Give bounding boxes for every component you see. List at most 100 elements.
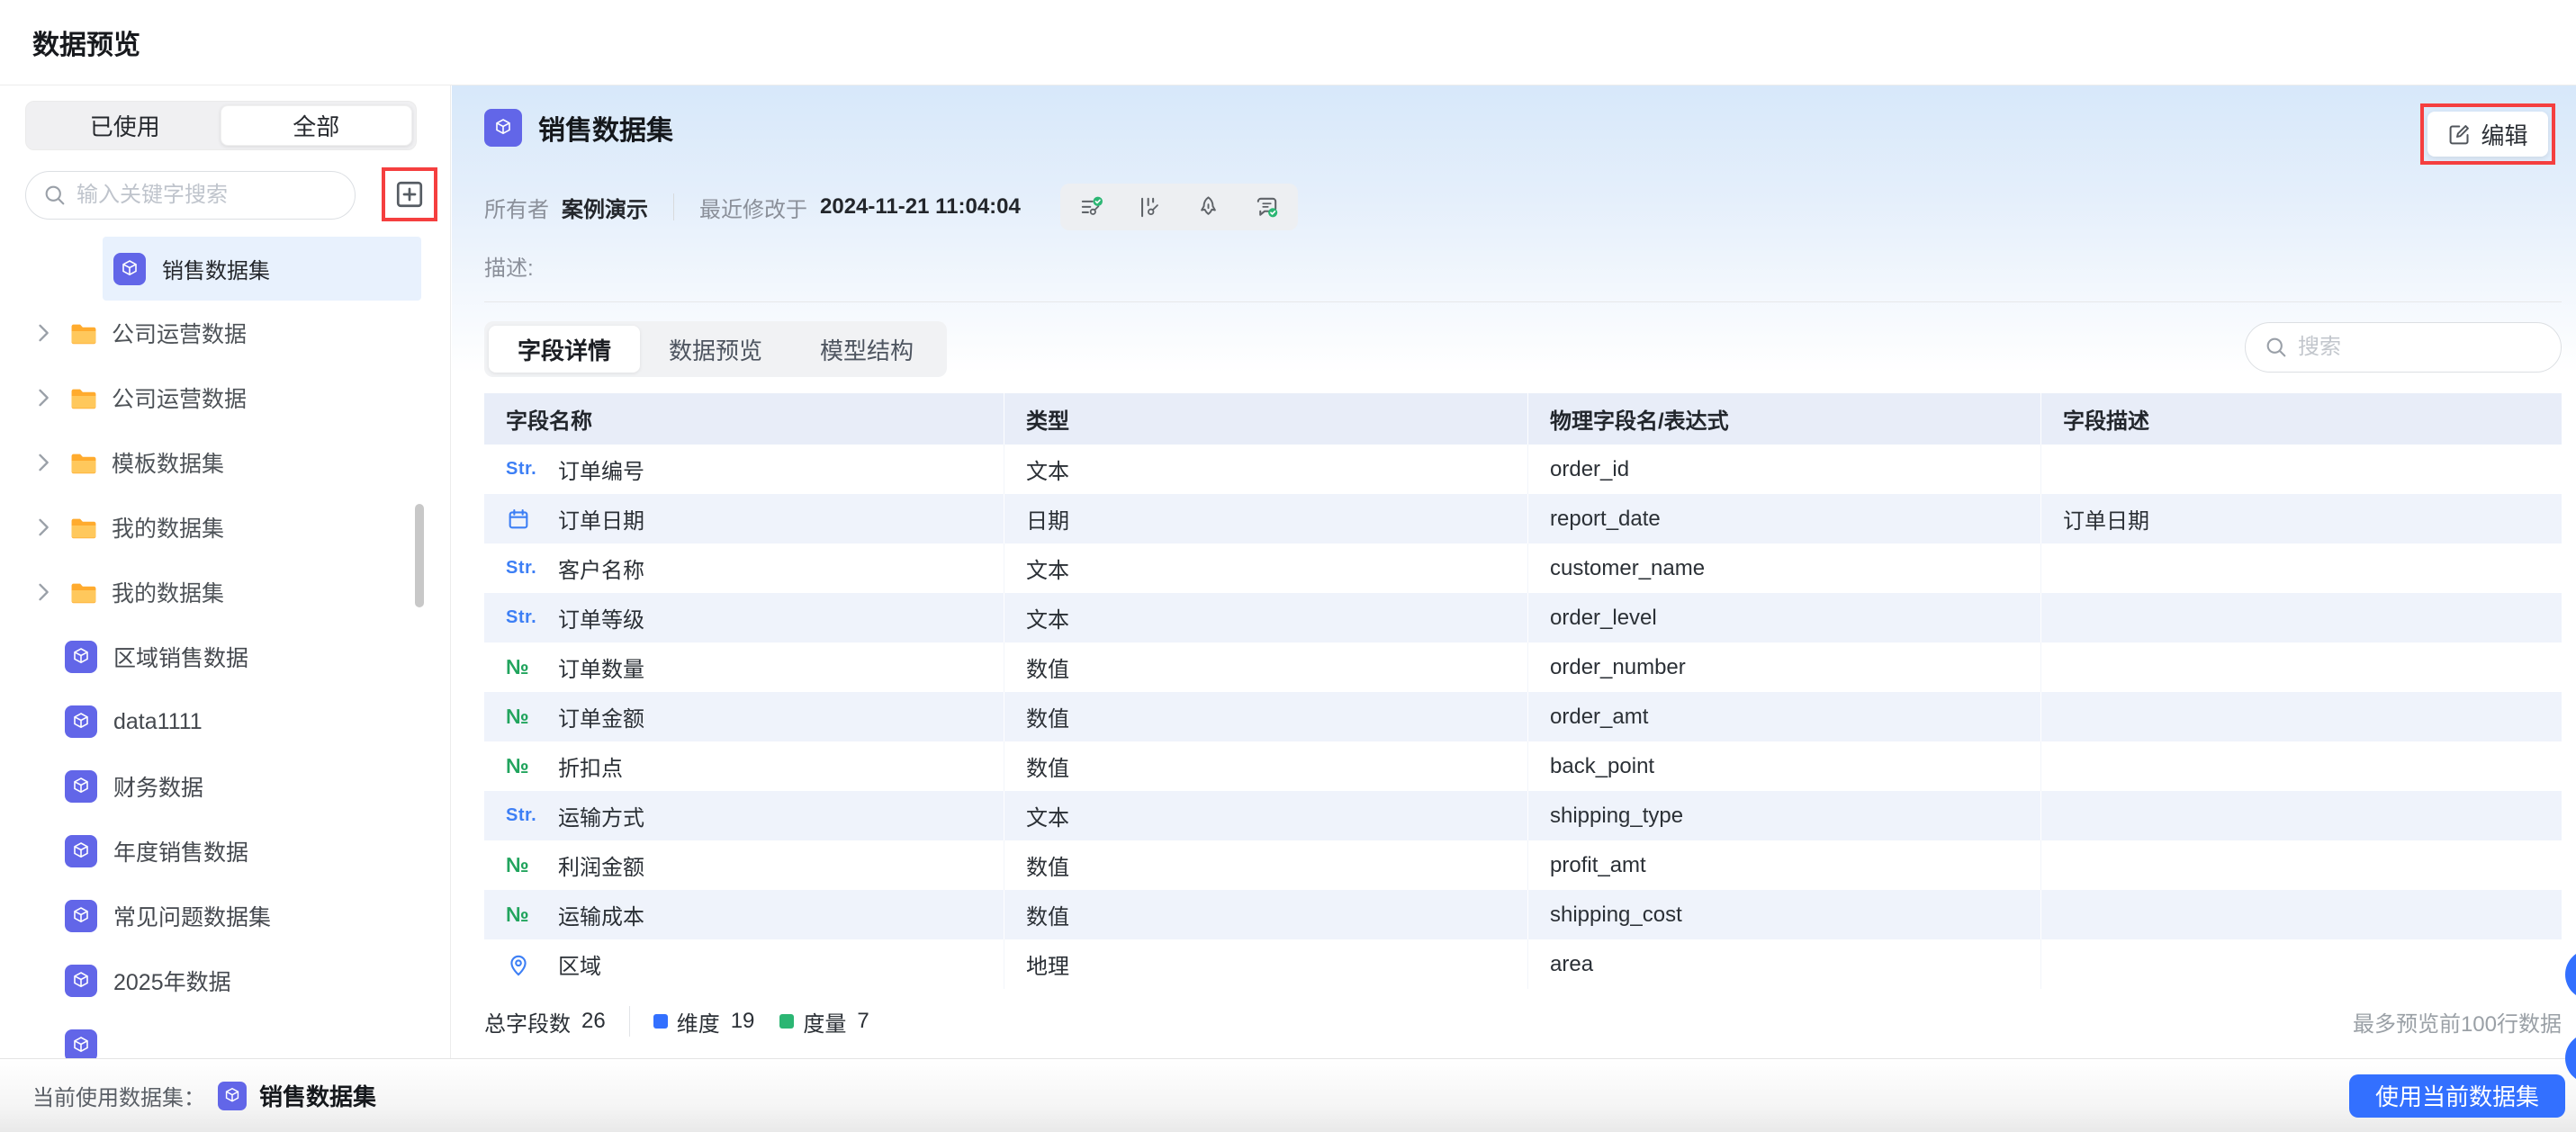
tree-item-dataset[interactable]: 2025年数据 [0, 948, 450, 1013]
field-name: 客户名称 [558, 559, 644, 583]
field-config-check-icon[interactable] [1078, 194, 1104, 220]
dataset-cube-icon [65, 1029, 97, 1058]
table-row[interactable]: Str. 客户名称 文本 customer_name [484, 544, 2562, 593]
tree-folder[interactable]: 模板数据集 [0, 430, 450, 495]
tab-data-preview[interactable]: 数据预览 [640, 326, 791, 373]
table-row[interactable]: 订单日期 日期 report_date 订单日期 [484, 494, 2562, 544]
field-physical: report_date [1528, 494, 2041, 544]
table-row[interactable]: № 订单数量 数值 order_number [484, 642, 2562, 692]
field-physical: customer_name [1528, 544, 2041, 593]
field-type: 数值 [1004, 741, 1528, 791]
string-field-icon: Str. [506, 558, 537, 578]
tree-folder-label: 我的数据集 [112, 517, 225, 542]
rocket-icon[interactable] [1195, 194, 1221, 220]
field-type: 日期 [1004, 494, 1528, 544]
edit-button[interactable]: 编辑 [2427, 112, 2548, 157]
table-row[interactable]: Str. 运输方式 文本 shipping_type [484, 791, 2562, 840]
field-search-input[interactable] [2298, 335, 2543, 360]
tree-folder[interactable]: 我的数据集 [0, 560, 450, 624]
tree-item-label: 销售数据集 [162, 259, 270, 283]
sidebar-search[interactable] [25, 171, 356, 220]
table-row[interactable]: Str. 订单等级 文本 order_level [484, 593, 2562, 642]
field-physical: order_id [1528, 445, 2041, 494]
field-desc [2041, 445, 2562, 494]
number-field-icon: № [506, 754, 529, 777]
tree-item-dataset[interactable]: data1111 [0, 689, 450, 754]
string-field-icon: Str. [506, 459, 537, 479]
field-name: 运输方式 [558, 806, 644, 831]
field-desc [2041, 593, 2562, 642]
dataset-cube-icon [65, 770, 97, 803]
table-row[interactable]: № 订单金额 数值 order_amt [484, 692, 2562, 741]
divider [673, 193, 674, 220]
tree-item-sales-dataset[interactable]: 销售数据集 [103, 237, 421, 301]
tree-item-dataset[interactable]: 财务数据 [0, 754, 450, 819]
tree-item-label: 年度销售数据 [113, 840, 249, 866]
tree-folder[interactable]: 公司运营数据 [0, 301, 450, 365]
chevron-right-icon [31, 579, 56, 605]
chevron-right-icon [31, 320, 56, 346]
tab-all[interactable]: 全部 [220, 105, 412, 146]
tree-item-label: 常见问题数据集 [113, 905, 272, 930]
field-physical: order_amt [1528, 692, 2041, 741]
table-row[interactable]: Str. 订单编号 文本 order_id [484, 445, 2562, 494]
field-desc [2041, 890, 2562, 939]
tree-item-dataset[interactable]: 年度销售数据 [0, 819, 450, 884]
table-row[interactable]: № 折扣点 数值 back_point [484, 741, 2562, 791]
tree-folder-label: 模板数据集 [112, 452, 225, 477]
folder-icon [68, 384, 99, 411]
number-field-icon: № [506, 705, 529, 728]
field-search[interactable] [2245, 322, 2562, 373]
comment-check-icon[interactable] [1254, 194, 1280, 220]
sidebar-scrollbar[interactable] [415, 504, 424, 607]
use-current-dataset-button[interactable]: 使用当前数据集 [2349, 1074, 2565, 1118]
field-type: 文本 [1004, 593, 1528, 642]
col-type: 类型 [1004, 393, 1528, 445]
tree-folder[interactable]: 公司运营数据 [0, 365, 450, 430]
field-type: 文本 [1004, 445, 1528, 494]
field-stats-row: 总字段数 26 维度 19 度量 7 最多预览前100行数据 [484, 996, 2562, 1047]
red-annotation-box-add [382, 167, 437, 221]
table-row[interactable]: № 利润金额 数值 profit_amt [484, 840, 2562, 890]
tree-folder[interactable]: 我的数据集 [0, 495, 450, 560]
tab-used[interactable]: 已使用 [30, 105, 221, 146]
field-name: 运输成本 [558, 905, 644, 930]
chevron-right-icon [31, 385, 56, 410]
field-type: 数值 [1004, 692, 1528, 741]
field-name: 订单金额 [558, 707, 644, 732]
lineage-icon[interactable] [1137, 194, 1163, 220]
sidebar-tab-group: 已使用 全部 [25, 101, 417, 150]
measure-label: 度量 [803, 1011, 847, 1037]
chevron-right-icon [31, 515, 56, 540]
dataset-title-row: 销售数据集 [484, 108, 673, 148]
field-name: 订单等级 [558, 608, 644, 633]
field-desc [2041, 939, 2562, 989]
sidebar-search-input[interactable] [77, 183, 338, 208]
table-row[interactable]: 区域 地理 area [484, 939, 2562, 989]
dimension-legend-swatch [653, 1014, 668, 1029]
field-name: 区域 [558, 955, 601, 979]
preview-limit-note: 最多预览前100行数据 [2352, 1011, 2562, 1037]
field-desc [2041, 840, 2562, 890]
add-dataset-button[interactable] [389, 174, 430, 215]
table-row[interactable]: № 运输成本 数值 shipping_cost [484, 890, 2562, 939]
tab-model-structure[interactable]: 模型结构 [791, 326, 942, 373]
tree-item-dataset-clipped[interactable] [0, 1013, 450, 1058]
dataset-meta-row: 所有者 案例演示 最近修改于 2024-11-21 11:04:04 [484, 183, 1298, 231]
tree-item-dataset[interactable]: 常见问题数据集 [0, 884, 450, 948]
folder-icon [68, 579, 99, 606]
field-name: 订单日期 [558, 509, 644, 534]
tree-item-dataset[interactable]: 区域销售数据 [0, 624, 450, 689]
dimension-label: 维度 [676, 1011, 720, 1037]
col-field-name: 字段名称 [484, 393, 1004, 445]
dataset-cube-icon [113, 252, 146, 285]
field-name: 利润金额 [558, 856, 644, 880]
string-field-icon: Str. [506, 805, 537, 825]
field-physical: profit_amt [1528, 840, 2041, 890]
tab-field-details[interactable]: 字段详情 [489, 326, 641, 373]
field-desc [2041, 692, 2562, 741]
number-field-icon: № [506, 655, 529, 678]
field-desc [2041, 642, 2562, 692]
field-physical: shipping_cost [1528, 890, 2041, 939]
field-type: 地理 [1004, 939, 1528, 989]
